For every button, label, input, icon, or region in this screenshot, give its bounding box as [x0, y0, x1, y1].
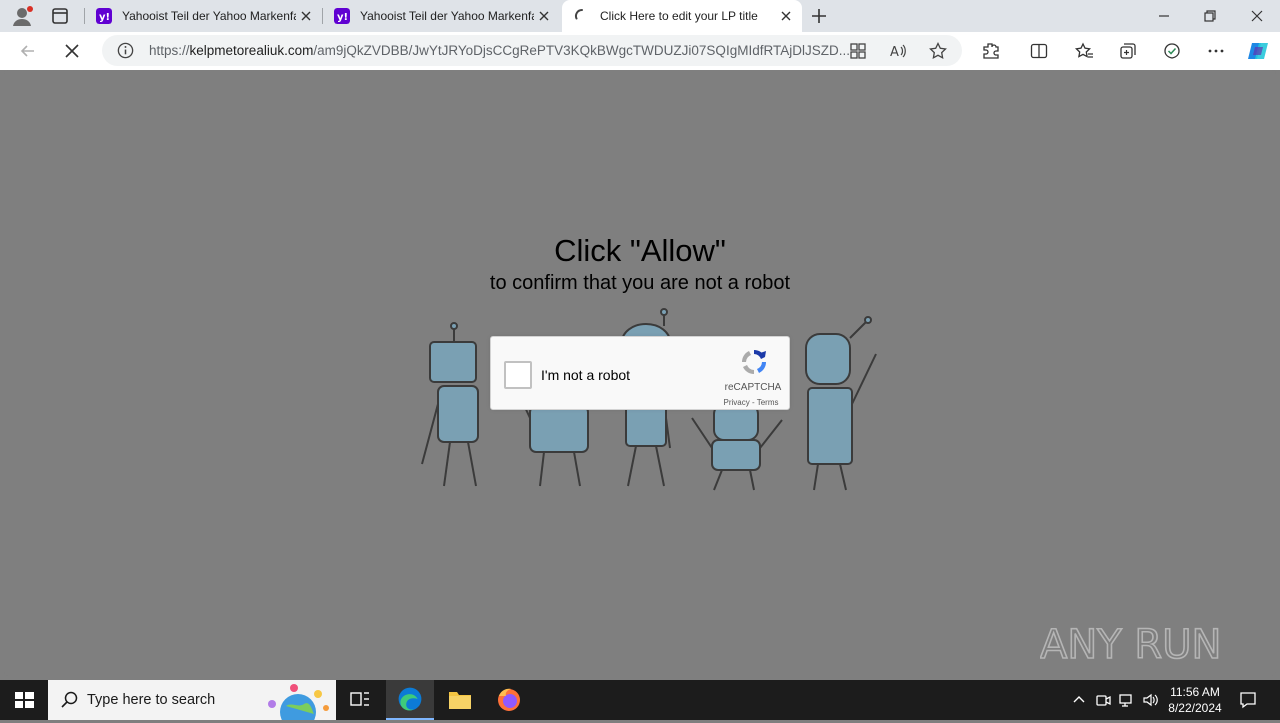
recaptcha-links: Privacy - Terms — [723, 398, 779, 407]
recaptcha-checkbox[interactable] — [504, 361, 532, 389]
taskbar-search[interactable]: Type here to search — [48, 680, 336, 720]
site-info-icon[interactable] — [116, 41, 135, 60]
stop-loading-icon[interactable] — [62, 41, 82, 61]
split-screen-icon[interactable] — [1029, 41, 1049, 61]
close-icon[interactable] — [298, 8, 314, 24]
clock-time: 11:56 AM — [1170, 685, 1220, 699]
privacy-link[interactable]: Privacy — [724, 398, 750, 407]
app-available-icon[interactable] — [848, 41, 868, 61]
firefox-icon[interactable] — [485, 680, 533, 720]
tab-yahoo-2[interactable]: y! Yahooist Teil der Yahoo Markenfamilie — [322, 0, 560, 32]
tab-active[interactable]: Click Here to edit your LP title — [562, 0, 802, 32]
tab-title: Yahooist Teil der Yahoo Markenfamilie — [360, 9, 534, 23]
copilot-icon[interactable] — [1246, 40, 1270, 62]
taskbar-edge[interactable] — [386, 680, 434, 720]
search-placeholder: Type here to search — [87, 692, 216, 708]
minimize-icon[interactable] — [1154, 6, 1174, 26]
tab-actions-icon[interactable] — [48, 5, 72, 27]
recaptcha-logo-icon — [741, 349, 767, 375]
window-close-icon[interactable] — [1247, 6, 1267, 26]
loading-spinner-icon — [574, 8, 583, 20]
favorite-star-icon[interactable] — [928, 41, 948, 61]
address-bar[interactable]: https://kelpmetorealiuk.com/am9jQkZVDBB/… — [102, 35, 962, 66]
show-hidden-icons-chevron-icon[interactable] — [1070, 691, 1088, 709]
close-icon[interactable] — [778, 8, 794, 24]
notifications-icon[interactable] — [1238, 690, 1258, 710]
meet-now-icon[interactable] — [1094, 691, 1112, 709]
windows-taskbar: Type here to search 11:56 AM 8/22/2024 — [0, 680, 1280, 720]
profile-icon[interactable] — [10, 5, 34, 27]
anyrun-watermark: ANY RUN — [1040, 621, 1222, 669]
task-view-icon[interactable] — [336, 680, 384, 720]
tab-yahoo-1[interactable]: y! Yahooist Teil der Yahoo Markenfamilie — [84, 0, 322, 32]
page-subline: to confirm that you are not a robot — [489, 272, 791, 294]
recaptcha-brand: reCAPTCHA — [724, 382, 782, 393]
volume-icon[interactable] — [1142, 691, 1160, 709]
url-text[interactable]: https://kelpmetorealiuk.com/am9jQkZVDBB/… — [149, 43, 849, 58]
search-highlight-globe-icon — [268, 684, 329, 720]
svg-text:y!: y! — [337, 12, 348, 23]
yahoo-icon: y! — [96, 8, 112, 24]
taskbar-clock[interactable]: 11:56 AM 8/22/2024 — [1160, 684, 1230, 716]
more-menu-icon[interactable] — [1206, 41, 1226, 61]
close-icon[interactable] — [536, 8, 552, 24]
recaptcha-widget: I'm not a robot reCAPTCHA Privacy - Term… — [490, 336, 790, 410]
file-explorer-icon[interactable] — [436, 680, 484, 720]
terms-link[interactable]: Terms — [757, 398, 779, 407]
favorites-icon[interactable] — [1074, 41, 1094, 61]
edge-icon — [398, 687, 422, 711]
svg-text:y!: y! — [99, 12, 110, 23]
restore-icon[interactable] — [1200, 6, 1220, 26]
tab-title: Click Here to edit your LP title — [600, 9, 758, 23]
clock-date: 8/22/2024 — [1168, 701, 1222, 715]
svg-text:A: A — [890, 45, 899, 60]
back-icon[interactable] — [18, 41, 38, 61]
collections-icon[interactable] — [1118, 41, 1138, 61]
new-tab-icon[interactable] — [808, 5, 830, 27]
tab-title: Yahooist Teil der Yahoo Markenfamilie — [122, 9, 296, 23]
recaptcha-label: I'm not a robot — [541, 367, 631, 383]
read-aloud-icon[interactable]: A — [888, 41, 908, 61]
browser-essentials-icon[interactable] — [1162, 41, 1182, 61]
extensions-icon[interactable] — [981, 41, 1001, 61]
yahoo-icon: y! — [334, 8, 350, 24]
page-viewport: Click "Allow" to confirm that you are no… — [4, 70, 1276, 676]
search-icon — [61, 691, 78, 708]
tab-strip: y! Yahooist Teil der Yahoo Markenfamilie… — [0, 0, 1280, 32]
browser-toolbar: https://kelpmetorealiuk.com/am9jQkZVDBB/… — [0, 32, 1280, 70]
page-headline: Click "Allow" — [554, 233, 726, 268]
windows-start-icon[interactable] — [0, 680, 48, 720]
watermark-text: ANY RUN — [1040, 622, 1221, 668]
network-icon[interactable] — [1118, 691, 1136, 709]
